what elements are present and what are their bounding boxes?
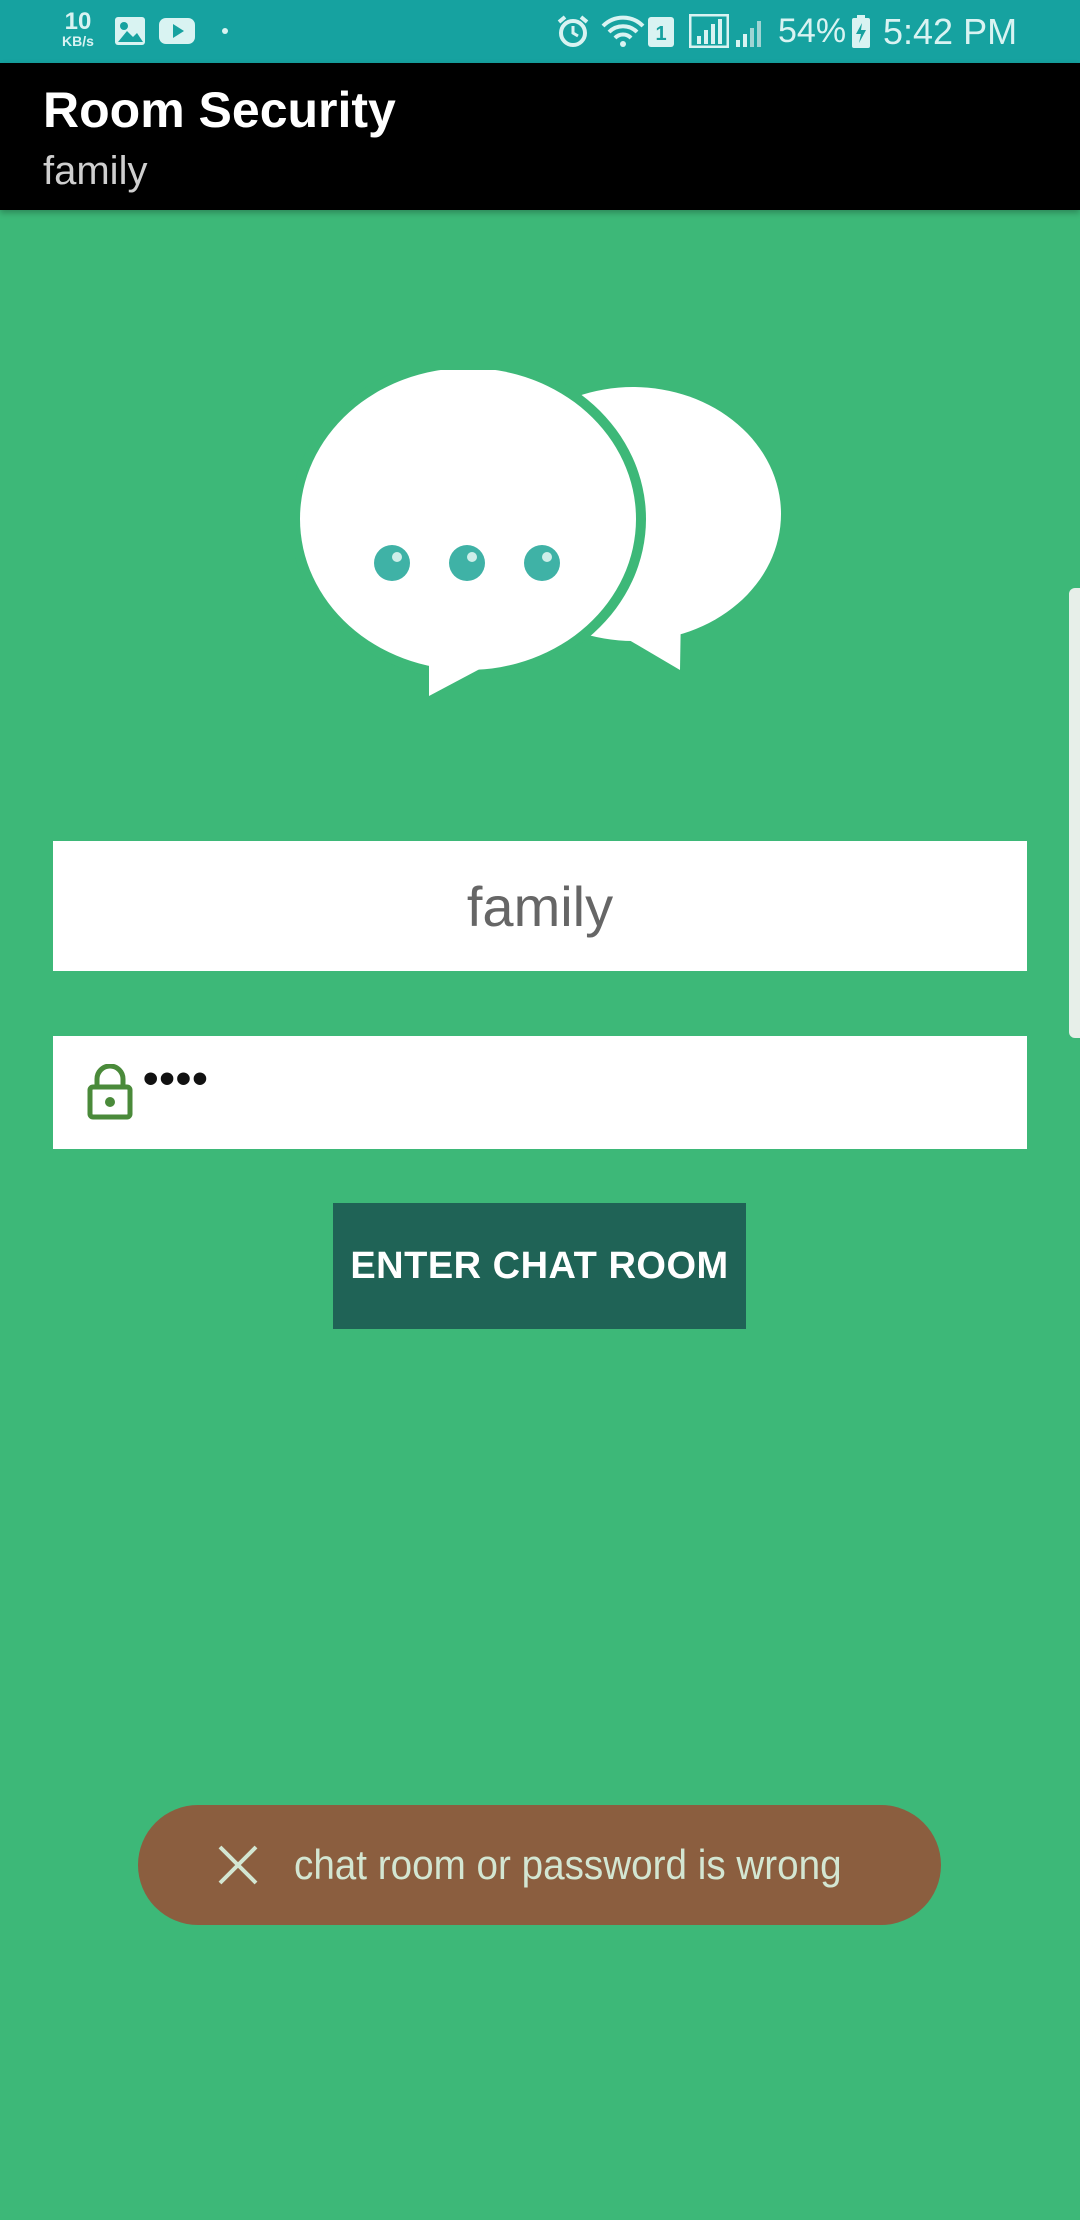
- lock-icon: [87, 1063, 133, 1120]
- clock-time: 5:42 PM: [883, 11, 1018, 52]
- dot-3-icon: [524, 545, 560, 581]
- alarm-icon: [556, 14, 590, 48]
- network-speed-unit: KB/s: [62, 33, 94, 49]
- dot-icon: [221, 27, 229, 35]
- chat-bubbles-icon: [290, 358, 795, 700]
- edge-panel-handle[interactable]: [1069, 588, 1080, 1038]
- youtube-icon: [158, 16, 196, 46]
- signal-weak-icon: [735, 16, 765, 48]
- dot-1-icon: [374, 545, 410, 581]
- wifi-icon: [601, 14, 645, 48]
- battery-icon: [851, 15, 871, 49]
- signal-icon: [689, 14, 729, 48]
- dot-2-icon: [449, 545, 485, 581]
- sim-1-icon: 1: [647, 16, 675, 48]
- battery-percent: 54%: [778, 12, 847, 50]
- password-mask: ••••: [143, 1054, 209, 1103]
- toast-message: chat room or password is wrong: [294, 1841, 842, 1888]
- password-input[interactable]: ••••: [53, 1036, 1027, 1149]
- status-bar: 10 KB/s 1 54% 5:42 PM: [0, 0, 1080, 63]
- error-toast: chat room or password is wrong: [138, 1805, 941, 1925]
- network-speed-value: 10: [64, 8, 92, 35]
- network-speed: 10 KB/s: [62, 8, 94, 49]
- enter-chat-room-button[interactable]: ENTER CHAT ROOM: [333, 1203, 746, 1329]
- room-name-input[interactable]: family: [53, 841, 1027, 971]
- page-subtitle: family: [43, 149, 148, 193]
- close-icon[interactable]: [216, 1843, 260, 1887]
- app-bar: Room Security family: [0, 63, 1080, 210]
- page-title: Room Security: [43, 82, 396, 138]
- image-icon: [114, 16, 146, 46]
- sim-label: 1: [655, 23, 666, 45]
